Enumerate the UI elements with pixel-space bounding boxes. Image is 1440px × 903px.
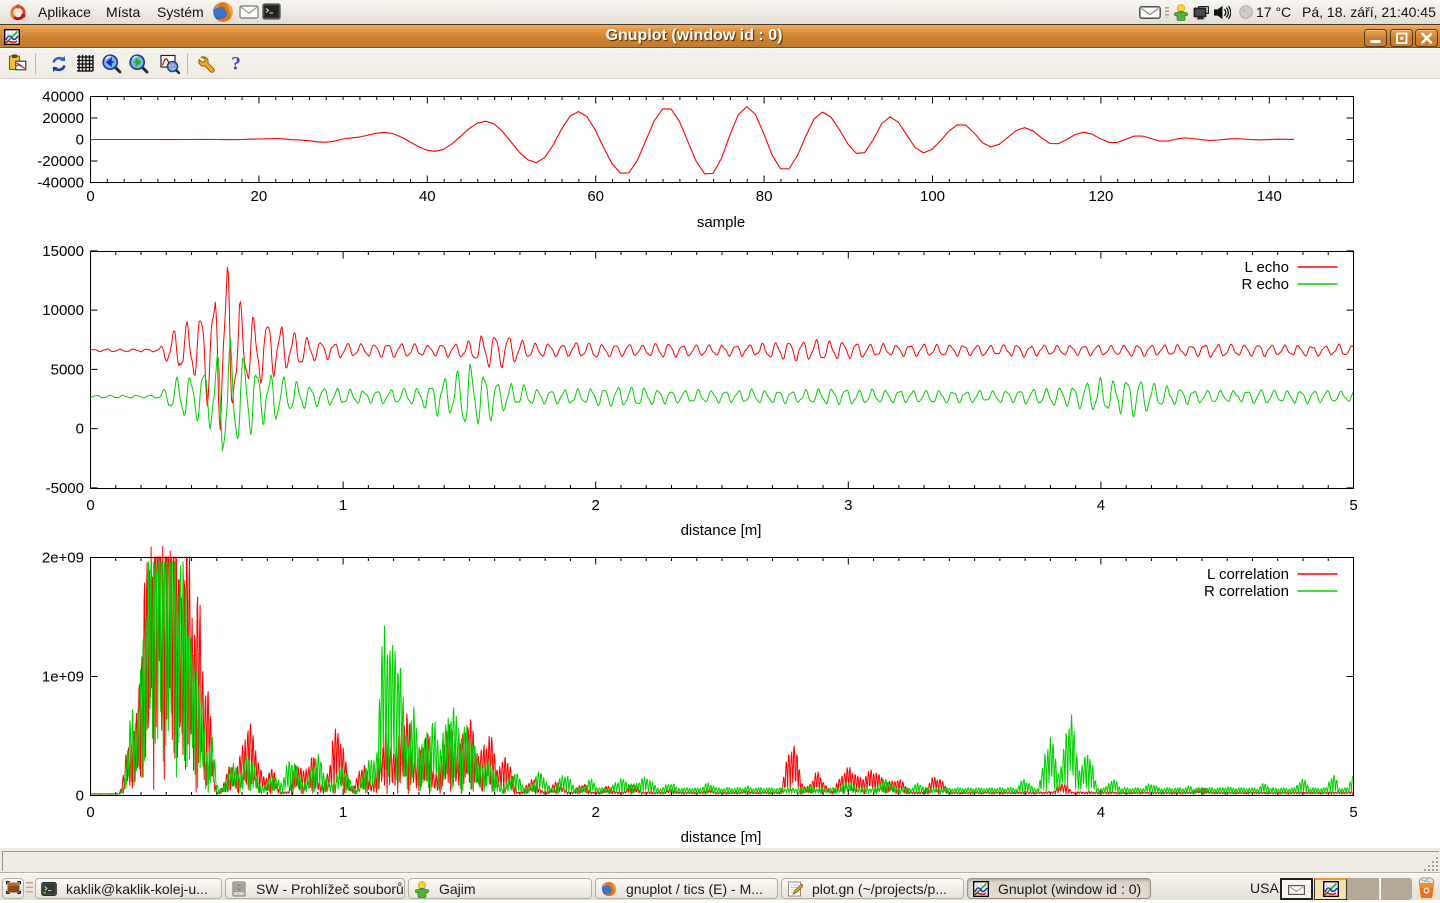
svg-text:120: 120: [1088, 188, 1113, 205]
svg-text:distance [m]: distance [m]: [681, 522, 762, 539]
svg-text:60: 60: [587, 188, 604, 205]
svg-text:140: 140: [1257, 188, 1282, 205]
svg-text:4: 4: [1097, 804, 1105, 821]
svg-text:1: 1: [339, 804, 347, 821]
svg-text:20000: 20000: [42, 110, 84, 127]
svg-text:40: 40: [419, 188, 436, 205]
svg-text:0: 0: [86, 188, 94, 205]
svg-text:0: 0: [76, 788, 84, 805]
svg-text:1: 1: [339, 497, 347, 514]
svg-text:100: 100: [920, 188, 945, 205]
svg-text:10000: 10000: [42, 302, 84, 319]
svg-text:0: 0: [86, 497, 94, 514]
svg-text:15000: 15000: [42, 243, 84, 260]
svg-text:L echo: L echo: [1245, 259, 1289, 276]
svg-text:-20000: -20000: [37, 153, 84, 170]
svg-text:-5000: -5000: [46, 480, 84, 497]
svg-text:5: 5: [1349, 804, 1357, 821]
svg-text:2: 2: [592, 804, 600, 821]
svg-text:-40000: -40000: [37, 175, 84, 192]
svg-text:R echo: R echo: [1241, 276, 1289, 293]
svg-text:R correlation: R correlation: [1204, 583, 1289, 600]
svg-text:5: 5: [1349, 497, 1357, 514]
svg-text:4: 4: [1097, 497, 1105, 514]
svg-text:40000: 40000: [42, 89, 84, 106]
svg-text:0: 0: [76, 421, 84, 438]
svg-text:2: 2: [592, 497, 600, 514]
svg-text:L correlation: L correlation: [1207, 566, 1289, 583]
svg-text:distance [m]: distance [m]: [681, 829, 762, 846]
svg-text:5000: 5000: [51, 361, 84, 378]
svg-text:2e+09: 2e+09: [42, 550, 84, 567]
svg-text:20: 20: [251, 188, 268, 205]
svg-text:sample: sample: [697, 214, 745, 231]
svg-text:?: ?: [231, 54, 241, 74]
svg-text:3: 3: [844, 804, 852, 821]
svg-text:0: 0: [76, 132, 84, 149]
svg-text:0: 0: [86, 804, 94, 821]
svg-text:3: 3: [844, 497, 852, 514]
svg-text:80: 80: [756, 188, 773, 205]
svg-text:1e+09: 1e+09: [42, 669, 84, 686]
